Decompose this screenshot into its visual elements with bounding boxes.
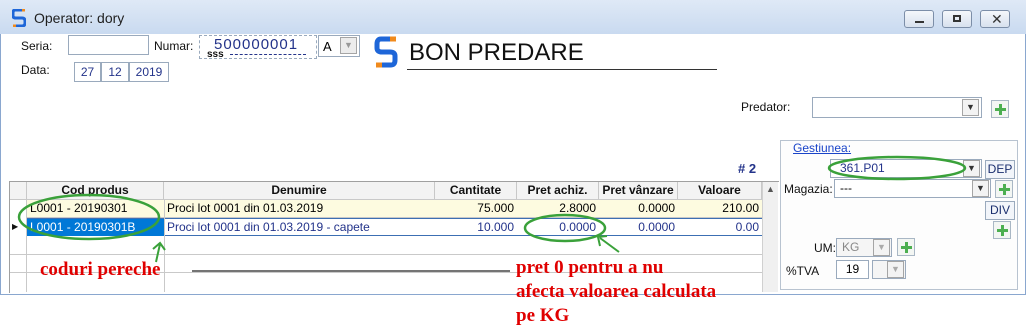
annotation-ellipse-codes [17, 193, 161, 241]
annotation-text-right-1: pret 0 pentru a nu [516, 257, 664, 278]
annotation-text-left: coduri pereche [40, 259, 161, 280]
annotation-ellipse-price [523, 213, 607, 243]
annotation-ellipse-gestiune [827, 155, 967, 181]
annotation-arrow-price [596, 235, 620, 253]
annotation-text-right-2: afecta valoarea calculata [516, 281, 717, 302]
annotation-text-right-3: pe KG [516, 305, 570, 326]
